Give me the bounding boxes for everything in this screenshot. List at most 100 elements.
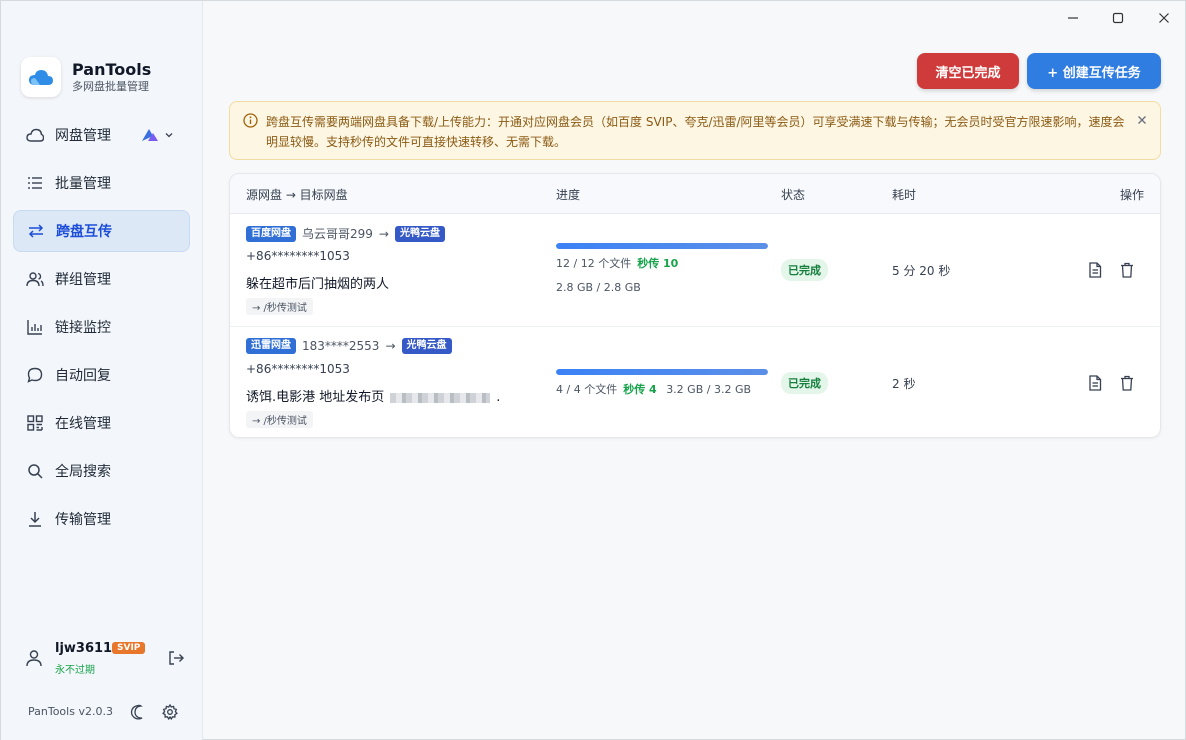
info-icon bbox=[243, 113, 258, 132]
progress-size: 2.8 GB / 2.8 GB bbox=[556, 281, 641, 294]
source-account: 乌云哥哥299 bbox=[302, 227, 373, 241]
file-name: 诱饵.电影港 地址发布页. bbox=[246, 390, 501, 405]
brand-name: PanTools bbox=[72, 60, 152, 79]
close-icon bbox=[1159, 13, 1169, 23]
create-transfer-task-button[interactable]: + 创建互传任务 bbox=[1027, 53, 1161, 89]
sidebar-item-auto-reply[interactable]: 自动回复 bbox=[13, 354, 190, 396]
sidebar-footer: PanTools v2.0.3 bbox=[28, 703, 188, 723]
brand: PanTools 多网盘批量管理 bbox=[21, 57, 151, 97]
header-elapsed: 耗时 bbox=[892, 188, 917, 202]
target-drive-tag: 光鸭云盘 bbox=[394, 225, 445, 242]
sidebar-item-label: 全局搜索 bbox=[55, 464, 111, 480]
progress-bar bbox=[556, 369, 768, 375]
sidebar-nav: 网盘管理 批量管理 跨盘互传 群组管理 链接监控 自动回复 在线管理 全局搜索 … bbox=[13, 114, 190, 546]
progress-files: 4 / 4 个文件 秒传 4 3.2 GB / 3.2 GB bbox=[556, 383, 752, 396]
source-drive-tag: 迅雷网盘 bbox=[246, 338, 296, 354]
table-row: 迅雷网盘 183****2553 → 光鸭云盘 +86********1053 … bbox=[230, 326, 1160, 437]
user-profile: ljw3611 SVIP 永不过期 bbox=[23, 641, 188, 677]
sidebar-item-cross-drive-transfer[interactable]: 跨盘互传 bbox=[13, 210, 190, 252]
header-status: 状态 bbox=[781, 188, 806, 202]
gear-icon[interactable] bbox=[162, 703, 178, 724]
users-icon bbox=[26, 270, 44, 288]
sidebar-item-label: 传输管理 bbox=[55, 512, 111, 528]
view-log-icon[interactable] bbox=[1088, 375, 1102, 395]
sidebar-item-drive-management[interactable]: 网盘管理 bbox=[13, 114, 190, 156]
maximize-button[interactable] bbox=[1108, 9, 1128, 27]
sidebar: PanTools 多网盘批量管理 网盘管理 批量管理 跨盘互传 群组管理 链接监… bbox=[1, 1, 203, 740]
cloud-icon bbox=[26, 126, 44, 144]
sidebar-item-label: 自动回复 bbox=[55, 368, 111, 384]
progress-files: 12 / 12 个文件 秒传 10 bbox=[556, 257, 679, 270]
sidebar-item-online-management[interactable]: 在线管理 bbox=[13, 402, 190, 444]
sidebar-item-label: 批量管理 bbox=[55, 176, 111, 192]
table-row: 百度网盘 乌云哥哥299 → 光鸭云盘 +86********1053 躲在超市… bbox=[230, 214, 1160, 326]
delete-icon[interactable] bbox=[1120, 375, 1134, 395]
transfer-icon bbox=[27, 222, 45, 240]
target-drive-tag: 光鸭云盘 bbox=[401, 338, 452, 354]
sidebar-item-batch-management[interactable]: 批量管理 bbox=[13, 162, 190, 204]
route-line: 迅雷网盘 183****2553 → 光鸭云盘 bbox=[246, 338, 452, 354]
target-account: +86********1053 bbox=[246, 249, 350, 263]
status-badge: 已完成 bbox=[781, 372, 828, 394]
grid-icon bbox=[26, 414, 44, 432]
target-path: → /秒传测试 bbox=[246, 298, 313, 315]
user-expiry: 永不过期 bbox=[55, 665, 95, 676]
elapsed-time: 2 秒 bbox=[892, 377, 916, 391]
fast-transfer-count: 秒传 10 bbox=[637, 257, 679, 270]
source-drive-tag: 百度网盘 bbox=[246, 225, 296, 242]
header-progress: 进度 bbox=[556, 188, 581, 202]
chart-icon bbox=[26, 318, 44, 336]
logout-icon[interactable] bbox=[168, 650, 184, 670]
list-icon bbox=[26, 174, 44, 192]
notice-banner: 跨盘互传需要两端网盘具备下载/上传能力：开通对应网盘会员（如百度 SVIP、夸克… bbox=[229, 101, 1161, 160]
sidebar-item-link-monitor[interactable]: 链接监控 bbox=[13, 306, 190, 348]
app-window: PanTools 多网盘批量管理 网盘管理 批量管理 跨盘互传 群组管理 链接监… bbox=[0, 0, 1186, 740]
minimize-icon bbox=[1068, 17, 1078, 19]
sidebar-item-label: 链接监控 bbox=[55, 320, 111, 336]
fast-transfer-count: 秒传 4 bbox=[623, 383, 657, 396]
sidebar-item-group-management[interactable]: 群组管理 bbox=[13, 258, 190, 300]
elapsed-time: 5 分 20 秒 bbox=[892, 264, 951, 278]
sidebar-item-transfer-management[interactable]: 传输管理 bbox=[13, 498, 190, 540]
brand-subtitle: 多网盘批量管理 bbox=[72, 80, 149, 93]
redacted-text bbox=[390, 392, 491, 403]
moon-icon[interactable] bbox=[130, 704, 146, 724]
route-line: 百度网盘 乌云哥哥299 → 光鸭云盘 bbox=[246, 225, 445, 242]
delete-icon[interactable] bbox=[1120, 262, 1134, 282]
progress-bar bbox=[556, 243, 768, 249]
progress-fill bbox=[556, 369, 768, 375]
sidebar-item-label: 群组管理 bbox=[55, 272, 111, 288]
header-actions: 操作 bbox=[1120, 188, 1145, 202]
search-icon bbox=[26, 462, 44, 480]
chat-icon bbox=[26, 366, 44, 384]
chevron-down-icon bbox=[165, 133, 173, 138]
header-route: 源网盘 → 目标网盘 bbox=[246, 188, 348, 202]
sidebar-item-label: 网盘管理 bbox=[55, 128, 111, 144]
notice-text: 跨盘互传需要两端网盘具备下载/上传能力：开通对应网盘会员（如百度 SVIP、夸克… bbox=[266, 115, 1125, 149]
cloud-logo-icon bbox=[21, 57, 61, 97]
progress-size: 3.2 GB / 3.2 GB bbox=[666, 383, 752, 396]
sidebar-item-global-search[interactable]: 全局搜索 bbox=[13, 450, 190, 492]
source-account: 183****2553 bbox=[302, 339, 380, 353]
table-header: 源网盘 → 目标网盘 进度 状态 耗时 操作 bbox=[230, 174, 1160, 214]
transfer-table: 源网盘 → 目标网盘 进度 状态 耗时 操作 百度网盘 乌云哥哥299 → 光鸭… bbox=[229, 173, 1161, 438]
arrow-right-icon: → bbox=[385, 339, 396, 353]
download-icon bbox=[26, 510, 44, 528]
app-version: PanTools v2.0.3 bbox=[28, 705, 113, 718]
minimize-button[interactable] bbox=[1063, 9, 1083, 27]
close-window-button[interactable] bbox=[1154, 9, 1174, 27]
progress-fill bbox=[556, 243, 768, 249]
svip-badge: SVIP bbox=[112, 642, 146, 654]
drive-switcher[interactable] bbox=[140, 127, 174, 143]
user-name: ljw3611 bbox=[55, 641, 113, 656]
maximize-icon bbox=[1112, 12, 1124, 24]
status-badge: 已完成 bbox=[781, 259, 828, 281]
sidebar-item-label: 在线管理 bbox=[55, 416, 111, 432]
notice-close-icon[interactable] bbox=[1136, 114, 1148, 130]
arrow-right-icon: → bbox=[378, 226, 389, 241]
drive-logo-icon bbox=[142, 129, 158, 141]
file-name: 躲在超市后门抽烟的两人 bbox=[246, 277, 390, 292]
view-log-icon[interactable] bbox=[1088, 262, 1102, 282]
clear-completed-button[interactable]: 清空已完成 bbox=[917, 53, 1019, 89]
sidebar-item-label: 跨盘互传 bbox=[56, 224, 112, 240]
